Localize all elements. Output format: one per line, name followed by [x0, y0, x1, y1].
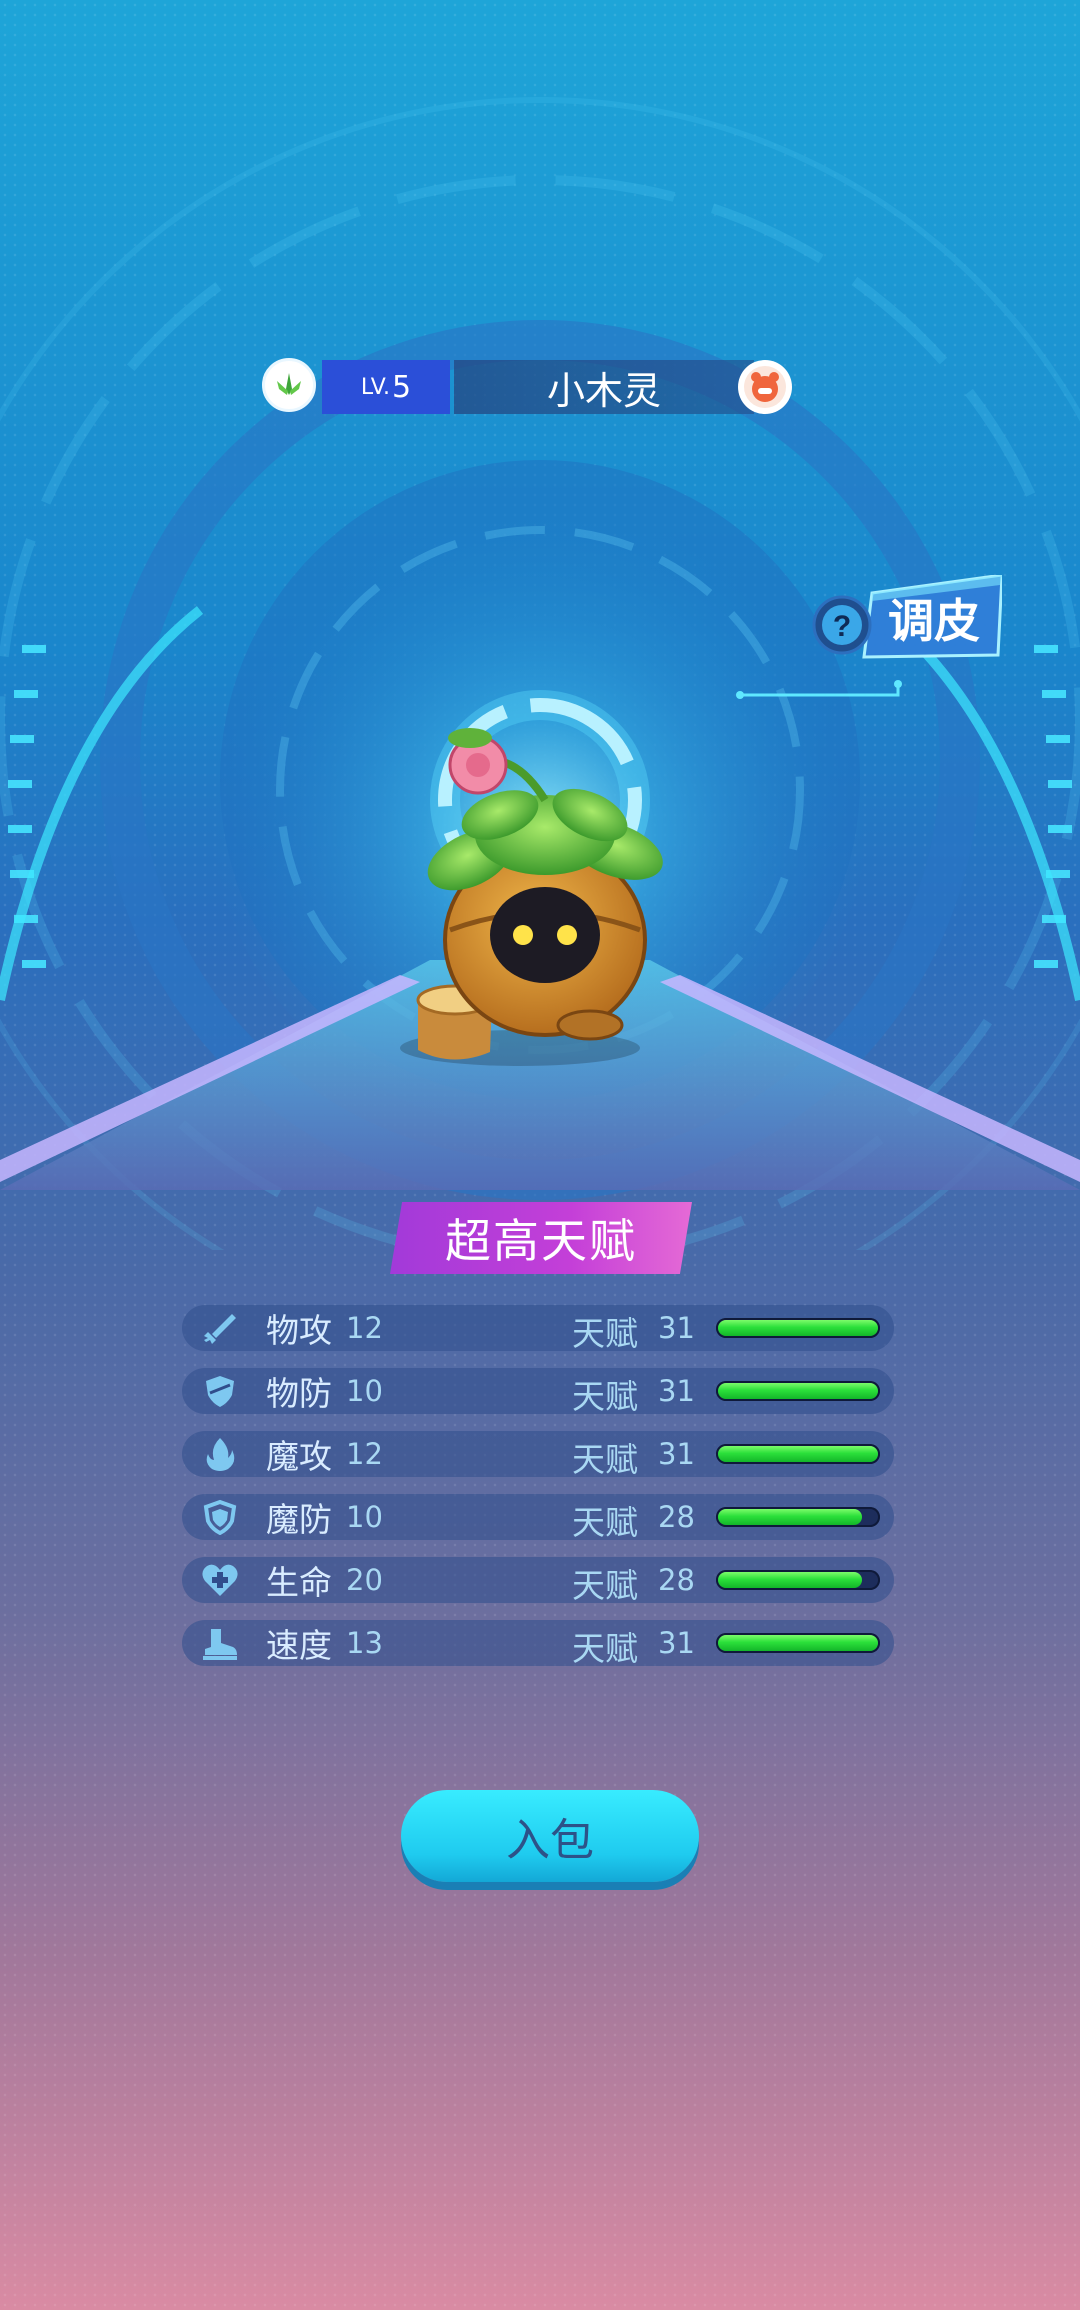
stat-row-magic-defense: 魔防 10 天赋 28	[182, 1494, 894, 1542]
pet-avatar-icon[interactable]	[738, 360, 792, 414]
stat-label: 速度	[266, 1626, 332, 1665]
talent-label: 天赋	[572, 1377, 638, 1416]
personality-help-icon: ?	[833, 610, 851, 643]
talent-label: 天赋	[572, 1629, 638, 1668]
talent-bar	[716, 1633, 880, 1653]
add-to-bag-button[interactable]: 入包	[401, 1790, 699, 1882]
stat-value: 13	[346, 1626, 383, 1660]
stat-label: 物攻	[266, 1311, 332, 1350]
pet-header: LV. 5 小木灵	[262, 358, 792, 416]
shield-icon	[194, 1368, 246, 1414]
stat-row-defense: 物防 10 天赋 31	[182, 1368, 894, 1416]
personality-badge[interactable]: ? 调皮	[812, 573, 1004, 667]
pet-name: 小木灵	[454, 360, 754, 414]
talent-value: 28	[658, 1563, 695, 1597]
stat-row-magic-attack: 魔攻 12 天赋 31	[182, 1431, 894, 1479]
stat-value: 10	[346, 1374, 383, 1408]
talent-value: 31	[658, 1437, 695, 1471]
stat-label: 物防	[266, 1374, 332, 1413]
boot-icon	[194, 1620, 246, 1666]
stat-label: 魔攻	[266, 1437, 332, 1476]
level-value: 5	[391, 369, 412, 405]
magic-shield-icon	[194, 1494, 246, 1540]
talent-label: 天赋	[572, 1440, 638, 1479]
talent-bar-fill	[718, 1635, 878, 1651]
stat-value: 12	[346, 1437, 383, 1471]
talent-bar-fill	[718, 1509, 863, 1525]
talent-banner: 超高天赋	[390, 1202, 692, 1274]
talent-bar-fill	[718, 1383, 878, 1399]
stats-list: 物攻 12 天赋 31 物防 10 天赋 31 魔攻 12 天赋 31 魔防 1…	[182, 1305, 894, 1683]
personality-label: 调皮	[888, 594, 980, 648]
talent-bar	[716, 1444, 880, 1464]
talent-label: 天赋	[572, 1566, 638, 1605]
talent-bar	[716, 1570, 880, 1590]
stat-value: 12	[346, 1311, 383, 1345]
talent-label: 天赋	[572, 1314, 638, 1353]
sword-icon	[194, 1305, 246, 1351]
talent-bar	[716, 1507, 880, 1527]
talent-label: 天赋	[572, 1503, 638, 1542]
talent-bar	[716, 1318, 880, 1338]
level-badge: LV. 5	[322, 360, 450, 414]
stat-label: 魔防	[266, 1500, 332, 1539]
stat-row-hp: 生命 20 天赋 28	[182, 1557, 894, 1605]
flame-icon	[194, 1431, 246, 1477]
talent-value: 31	[658, 1626, 695, 1660]
stat-label: 生命	[266, 1563, 332, 1602]
level-prefix: LV.	[360, 374, 390, 400]
talent-bar-fill	[718, 1572, 863, 1588]
stat-value: 10	[346, 1500, 383, 1534]
talent-value: 28	[658, 1500, 695, 1534]
talent-bar-fill	[718, 1320, 878, 1336]
heart-plus-icon	[194, 1557, 246, 1603]
talent-bar	[716, 1381, 880, 1401]
talent-value: 31	[658, 1311, 695, 1345]
talent-value: 31	[658, 1374, 695, 1408]
talent-bar-fill	[718, 1446, 878, 1462]
stat-value: 20	[346, 1563, 383, 1597]
stat-row-attack: 物攻 12 天赋 31	[182, 1305, 894, 1353]
grass-type-icon	[262, 358, 316, 412]
stat-row-speed: 速度 13 天赋 31	[182, 1620, 894, 1668]
